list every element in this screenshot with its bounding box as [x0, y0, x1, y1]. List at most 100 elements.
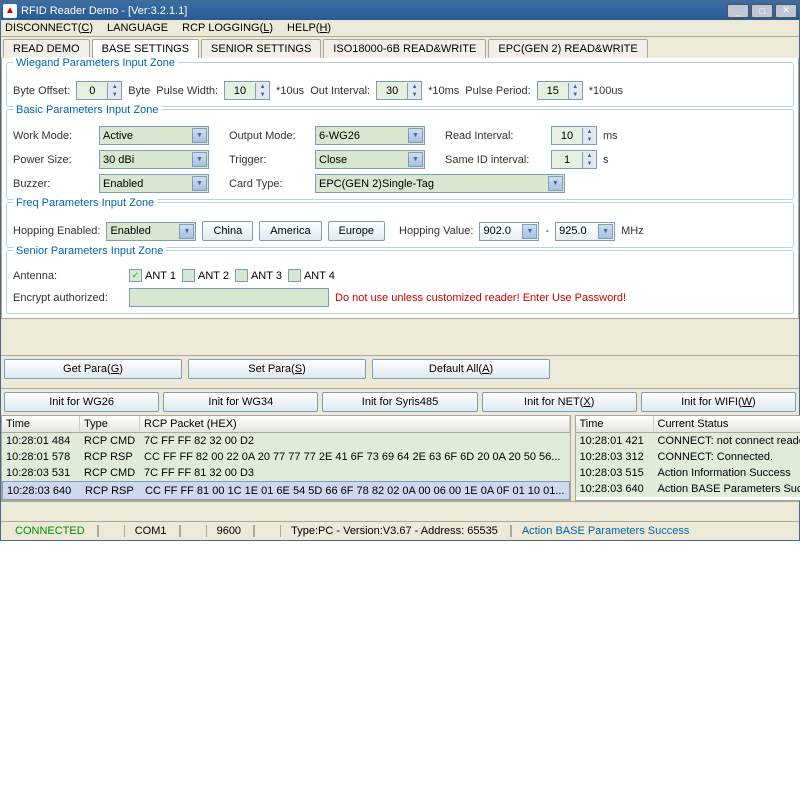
up-icon[interactable]: ▲ [582, 128, 596, 136]
wiegand-fieldset: Wiegand Parameters Input Zone Byte Offse… [6, 62, 794, 107]
freq-title: Freq Parameters Input Zone [13, 197, 157, 209]
ant3-checkbox[interactable]: ✓ANT 3 [235, 269, 282, 282]
up-icon[interactable]: ▲ [407, 83, 421, 91]
param-buttons-row: Get Para(G) Set Para(S) Default All(A) [1, 355, 799, 382]
menu-disconnect[interactable]: DISCONNECT(C) [5, 22, 93, 34]
down-icon[interactable]: ▼ [582, 136, 596, 144]
byte-offset-spinner[interactable]: ▲▼ [76, 81, 122, 100]
tab-read-demo[interactable]: READ DEMO [3, 39, 90, 58]
hopping-low-select[interactable]: 902.0▼ [479, 222, 539, 241]
china-button[interactable]: China [202, 221, 253, 241]
up-icon[interactable]: ▲ [568, 83, 582, 91]
rcp-log-table: Time Type RCP Packet (HEX) 10:28:01 484R… [1, 415, 571, 501]
default-all-button[interactable]: Default All(A) [372, 359, 550, 379]
col-time[interactable]: Time [2, 416, 80, 432]
freq-fieldset: Freq Parameters Input Zone Hopping Enabl… [6, 202, 794, 248]
encrypt-warning: Do not use unless customized reader! Ent… [335, 292, 626, 304]
output-mode-select[interactable]: 6-WG26▼ [315, 126, 425, 145]
work-mode-label: Work Mode: [13, 130, 93, 142]
hopping-high-select[interactable]: 925.0▼ [555, 222, 615, 241]
minimize-button[interactable]: _ [727, 4, 749, 18]
set-para-button[interactable]: Set Para(S) [188, 359, 366, 379]
up-icon[interactable]: ▲ [255, 83, 269, 91]
card-type-select[interactable]: EPC(GEN 2)Single-Tag▼ [315, 174, 565, 193]
power-size-select[interactable]: 30 dBi▼ [99, 150, 209, 169]
table-row[interactable]: 10:28:03 515Action Information Success [576, 465, 800, 481]
init-syris485-button[interactable]: Init for Syris485 [322, 392, 477, 412]
table-row[interactable]: 10:28:03 640RCP RSPCC FF FF 81 00 1C 1E … [2, 481, 570, 500]
chevron-down-icon: ▼ [408, 128, 423, 143]
menu-help[interactable]: HELP(H) [287, 22, 331, 34]
init-wg26-button[interactable]: Init for WG26 [4, 392, 159, 412]
init-wifi-button[interactable]: Init for WIFI(W) [641, 392, 796, 412]
table-row[interactable]: 10:28:03 640Action BASE Parameters Succe… [576, 481, 800, 497]
col-status[interactable]: Current Status [654, 416, 800, 432]
basic-fieldset: Basic Parameters Input Zone Work Mode: A… [6, 109, 794, 200]
init-wg34-button[interactable]: Init for WG34 [163, 392, 318, 412]
table-row[interactable]: 10:28:01 421CONNECT: not connect reader,… [576, 433, 800, 449]
hopping-unit: MHz [621, 225, 644, 237]
close-button[interactable]: ✕ [775, 4, 797, 18]
table-row[interactable]: 10:28:01 484RCP CMD7C FF FF 82 32 00 D2 [2, 433, 570, 449]
same-id-spinner[interactable]: ▲▼ [551, 150, 597, 169]
buzzer-select[interactable]: Enabled▼ [99, 174, 209, 193]
pulse-width-spinner[interactable]: ▲▼ [224, 81, 270, 100]
tab-base-settings[interactable]: BASE SETTINGS [92, 39, 199, 58]
same-id-label: Same ID interval: [445, 154, 545, 166]
encrypt-input[interactable] [129, 288, 329, 307]
menu-rcp-logging[interactable]: RCP LOGGING(L) [182, 22, 273, 34]
tab-epc-gen2[interactable]: EPC(GEN 2) READ&WRITE [488, 39, 647, 58]
work-mode-select[interactable]: Active▼ [99, 126, 209, 145]
hopping-enabled-label: Hopping Enabled: [13, 225, 100, 237]
maximize-button[interactable]: □ [751, 4, 773, 18]
menu-language[interactable]: LANGUAGE [107, 22, 168, 34]
chevron-down-icon: ▼ [408, 152, 423, 167]
down-icon[interactable]: ▼ [582, 160, 596, 168]
card-type-label: Card Type: [229, 178, 309, 190]
tab-senior-settings[interactable]: SENIOR SETTINGS [201, 39, 321, 58]
same-id-unit: s [603, 154, 609, 166]
hopping-sep: - [545, 225, 549, 237]
ant1-checkbox[interactable]: ✓ANT 1 [129, 269, 176, 282]
down-icon[interactable]: ▼ [107, 91, 121, 99]
col-time[interactable]: Time [576, 416, 654, 432]
down-icon[interactable]: ▼ [568, 91, 582, 99]
pulse-period-spinner[interactable]: ▲▼ [537, 81, 583, 100]
get-para-button[interactable]: Get Para(G) [4, 359, 182, 379]
pulse-width-unit: *10us [276, 85, 304, 97]
out-interval-unit: *10ms [428, 85, 459, 97]
byte-offset-label: Byte Offset: [13, 85, 70, 97]
down-icon[interactable]: ▼ [407, 91, 421, 99]
rcp-log-body[interactable]: 10:28:01 484RCP CMD7C FF FF 82 32 00 D21… [2, 433, 570, 500]
buzzer-label: Buzzer: [13, 178, 93, 190]
table-row[interactable]: 10:28:01 578RCP RSPCC FF FF 82 00 22 0A … [2, 449, 570, 465]
europe-button[interactable]: Europe [328, 221, 385, 241]
status-baud: 9600 [206, 525, 251, 537]
col-hex[interactable]: RCP Packet (HEX) [140, 416, 570, 432]
table-row[interactable]: 10:28:03 312CONNECT: Connected. [576, 449, 800, 465]
window-controls: _ □ ✕ [727, 4, 797, 18]
america-button[interactable]: America [259, 221, 321, 241]
ant2-checkbox[interactable]: ✓ANT 2 [182, 269, 229, 282]
col-type[interactable]: Type [80, 416, 140, 432]
up-icon[interactable]: ▲ [107, 83, 121, 91]
status-typever: Type:PC - Version:V3.67 - Address: 65535 [280, 525, 508, 537]
hopping-enabled-select[interactable]: Enabled▼ [106, 222, 196, 241]
check-icon: ✓ [129, 269, 142, 282]
read-interval-unit: ms [603, 130, 618, 142]
pulse-period-unit: *100us [589, 85, 623, 97]
ant4-checkbox[interactable]: ✓ANT 4 [288, 269, 335, 282]
tab-iso18000[interactable]: ISO18000-6B READ&WRITE [323, 39, 486, 58]
content-area: Wiegand Parameters Input Zone Byte Offse… [1, 58, 799, 319]
up-icon[interactable]: ▲ [582, 152, 596, 160]
read-interval-spinner[interactable]: ▲▼ [551, 126, 597, 145]
app-window: ▲ RFID Reader Demo - [Ver:3.2.1.1] _ □ ✕… [0, 0, 800, 541]
status-log-body[interactable]: 10:28:01 421CONNECT: not connect reader,… [576, 433, 800, 497]
senior-fieldset: Senior Parameters Input Zone Antenna: ✓A… [6, 250, 794, 314]
down-icon[interactable]: ▼ [255, 91, 269, 99]
table-row[interactable]: 10:28:03 531RCP CMD7C FF FF 81 32 00 D3 [2, 465, 570, 481]
trigger-select[interactable]: Close▼ [315, 150, 425, 169]
out-interval-spinner[interactable]: ▲▼ [376, 81, 422, 100]
chevron-down-icon: ▼ [192, 176, 207, 191]
init-net-button[interactable]: Init for NET(X) [482, 392, 637, 412]
